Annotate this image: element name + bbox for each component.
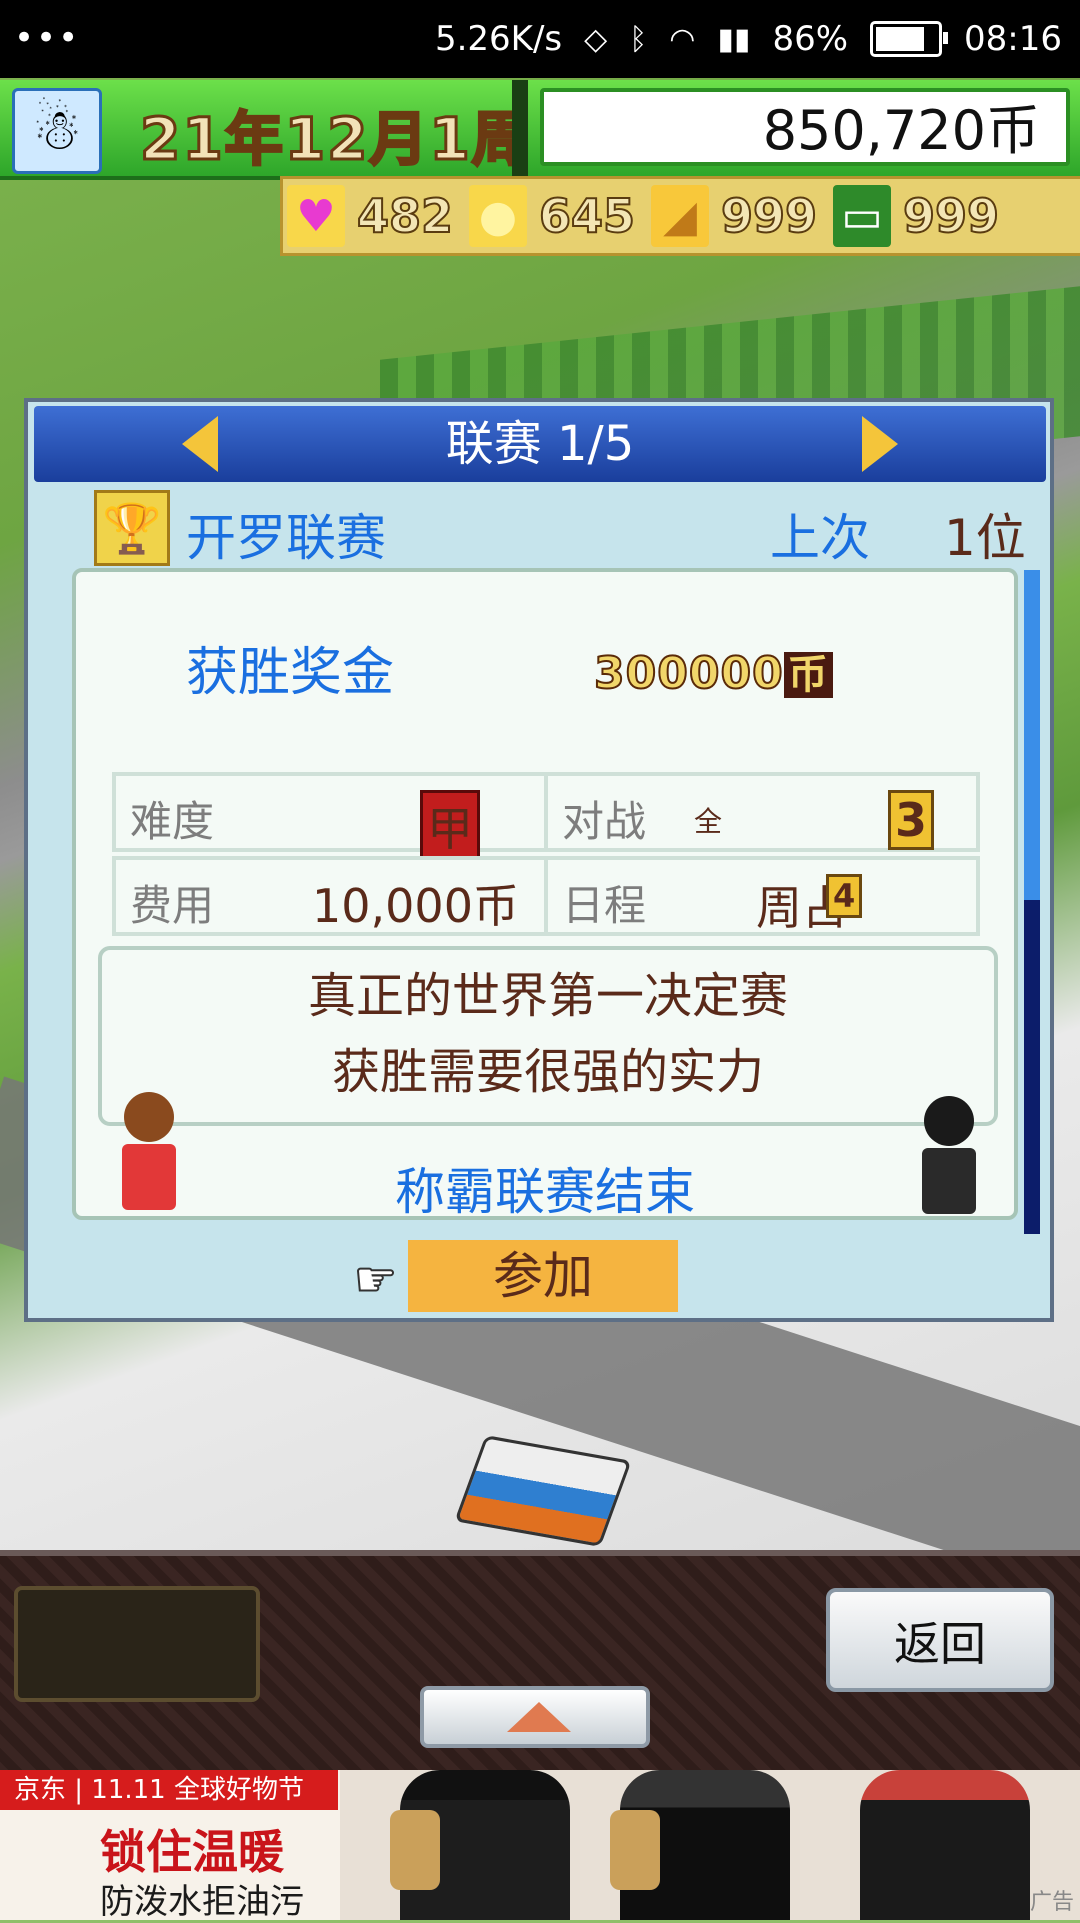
pointer-hand-icon: ☛ xyxy=(353,1251,398,1309)
game-header: ☃ 21年12月1周 850,720币 xyxy=(0,80,1080,180)
field-icon: ▭ xyxy=(833,185,891,247)
league-end-text: 称霸联赛结束 xyxy=(395,1163,695,1221)
rotate-icon: ◇ xyxy=(584,21,608,57)
join-button[interactable]: 参加 xyxy=(408,1240,678,1312)
stat-power: ◢ 999 xyxy=(647,181,829,251)
schedule-cell: 日程 周占 4 xyxy=(544,856,980,936)
up-arrow-icon xyxy=(507,1702,571,1732)
bus-sprite xyxy=(454,1435,632,1547)
cost-value: 10,000币 xyxy=(312,879,519,933)
difficulty-cell: 难度 甲 xyxy=(112,772,548,862)
ad-tag: 广告 xyxy=(1029,1890,1074,1915)
lightbulb-icon: ● xyxy=(469,185,527,247)
desc-line-1: 真正的世界第一决定赛 xyxy=(307,968,788,1024)
dialog-title-bar: 联赛 1/5 xyxy=(34,406,1046,482)
signal-icon: ▮▮ xyxy=(717,21,751,57)
muscle-icon: ◢ xyxy=(651,185,709,247)
cost-label: 费用 xyxy=(130,881,215,930)
ad-bag-1 xyxy=(390,1810,440,1890)
trophy-icon: 🏆 xyxy=(94,490,170,566)
next-arrow-icon[interactable] xyxy=(862,416,898,472)
panel-scrollbar[interactable] xyxy=(1024,570,1040,1234)
matches-all: 全 xyxy=(694,805,723,838)
last-rank-label: 上次 xyxy=(770,509,870,567)
stat-idea: ● 645 xyxy=(465,181,647,251)
status-right: 5.26K/s ◇ ᛒ ◠ ▮▮ 86% 08:16 xyxy=(435,0,1062,78)
stat-power-value: 999 xyxy=(720,188,818,244)
status-dots: ••• xyxy=(14,18,81,58)
ad-banner[interactable]: 京东 | 11.11 全球好物节 锁住温暖 防泼水拒油污 广告 xyxy=(0,1770,1080,1922)
stat-field-value: 999 xyxy=(902,188,1000,244)
ad-headline: 锁住温暖 xyxy=(100,1825,284,1879)
expand-button[interactable] xyxy=(420,1686,650,1748)
matches-label: 对战 xyxy=(562,797,647,846)
league-header: 🏆 开罗联赛 上次 1位 xyxy=(94,490,1034,568)
back-button[interactable]: 返回 xyxy=(826,1588,1054,1692)
league-stats-grid: 难度 甲 对战 全 3 费用 10,000币 日程 周占 4 xyxy=(112,772,980,942)
prize-value: 300000 币 xyxy=(593,642,833,700)
league-info-panel: 获胜奖金 300000 币 难度 甲 对战 全 3 费用 10,000币 日程 周… xyxy=(72,568,1018,1221)
schedule-badge: 4 xyxy=(826,874,863,918)
stat-heart-value: 482 xyxy=(356,188,454,244)
ad-bag-2 xyxy=(610,1810,660,1890)
ad-model-3 xyxy=(860,1770,1030,1920)
ad-brand: 京东 | 11.11 全球好物节 xyxy=(0,1770,338,1810)
status-bar: ••• 5.26K/s ◇ ᛒ ◠ ▮▮ 86% 08:16 xyxy=(0,0,1080,78)
schedule-label: 日程 xyxy=(562,881,647,930)
empty-slot xyxy=(14,1586,260,1702)
ad-subline: 防泼水拒油污 xyxy=(100,1882,304,1922)
battery-percent: 86% xyxy=(772,19,849,59)
matches-cell: 对战 全 3 xyxy=(544,772,980,852)
wifi-icon: ◠ xyxy=(669,21,696,57)
bluetooth-icon: ᛒ xyxy=(629,21,648,57)
desc-line-2: 获胜需要很强的实力 xyxy=(331,1044,764,1100)
league-name: 开罗联赛 xyxy=(186,509,386,567)
stat-heart: ♥ 482 xyxy=(283,181,465,251)
difficulty-label: 难度 xyxy=(130,797,215,846)
prize-unit: 币 xyxy=(783,652,833,698)
prev-arrow-icon[interactable] xyxy=(182,416,218,472)
header-divider xyxy=(512,80,528,176)
money-display: 850,720币 xyxy=(540,88,1070,166)
cost-cell: 费用 10,000币 xyxy=(112,856,548,936)
prize-label: 获胜奖金 xyxy=(186,643,395,703)
stat-idea-value: 645 xyxy=(538,188,636,244)
league-description: 真正的世界第一决定赛 获胜需要很强的实力 xyxy=(98,946,998,1126)
battery-icon xyxy=(870,21,949,57)
prize-amount: 300000 xyxy=(593,647,784,700)
clock: 08:16 xyxy=(964,19,1062,59)
resource-bar: ♥ 482 ● 645 ◢ 999 ▭ 999 xyxy=(280,176,1080,256)
matches-count-badge: 3 xyxy=(888,790,935,850)
snowman-icon[interactable]: ☃ xyxy=(12,88,102,174)
bottom-bar: 返回 xyxy=(0,1550,1080,1776)
league-dialog: 联赛 1/5 🏆 开罗联赛 上次 1位 获胜奖金 300000 币 难度 甲 对战… xyxy=(24,398,1054,1322)
game-date: 21年12月1周 xyxy=(139,104,532,175)
scrollbar-thumb[interactable] xyxy=(1024,570,1040,900)
stat-field: ▭ 999 xyxy=(829,181,1011,251)
network-speed: 5.26K/s xyxy=(434,19,563,59)
heart-icon: ♥ xyxy=(287,185,345,247)
dialog-title: 联赛 1/5 xyxy=(445,416,635,472)
last-rank-value: 1位 xyxy=(944,509,1026,567)
difficulty-badge: 甲 xyxy=(420,790,480,862)
